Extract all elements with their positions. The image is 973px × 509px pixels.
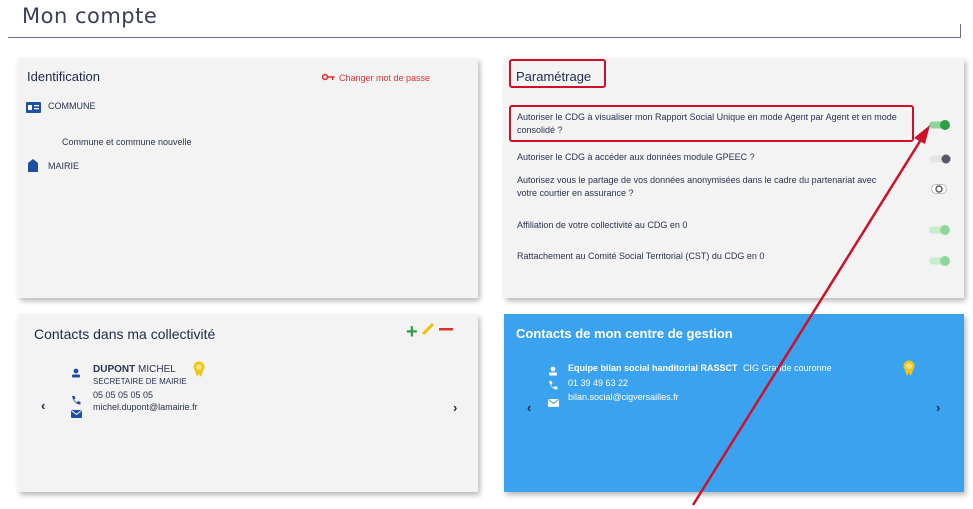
annotation-arrow xyxy=(691,125,930,506)
